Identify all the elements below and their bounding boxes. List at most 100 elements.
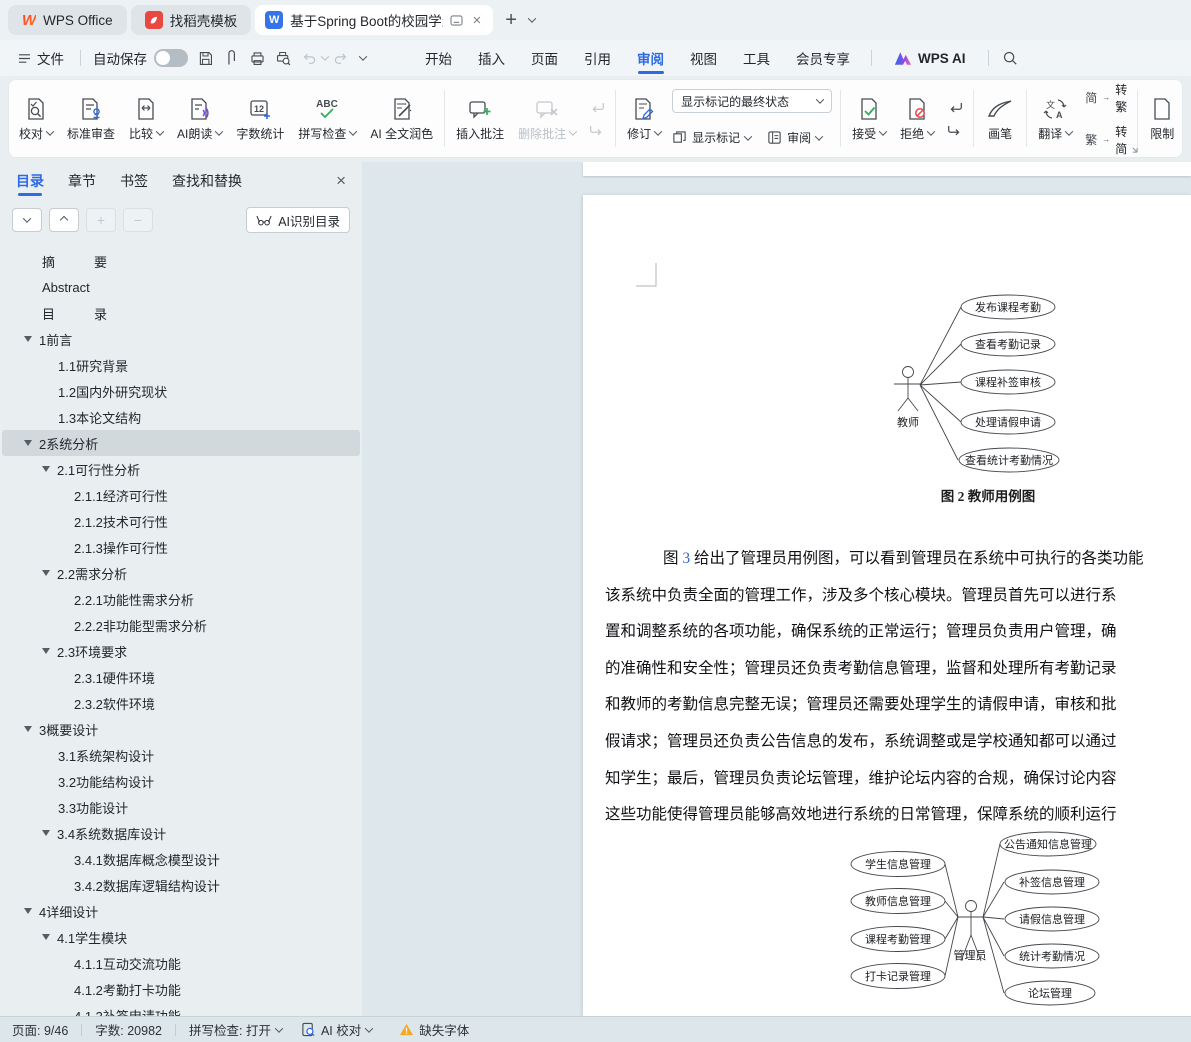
insert-comment-button[interactable]: 插入批注 <box>449 81 511 156</box>
tab-close-icon[interactable]: × <box>470 12 483 29</box>
body-paragraph[interactable]: 图 3 给出了管理员用例图，可以看到管理员在系统中可执行的各类功能 该系统中负责… <box>605 541 1191 834</box>
group-expander-icon[interactable] <box>1131 146 1139 154</box>
expand-triangle-icon[interactable] <box>42 466 50 472</box>
quickbar-customize-chevron-icon[interactable] <box>359 52 367 60</box>
standard-review-button[interactable]: 标准审查 <box>60 81 122 156</box>
toc-item[interactable]: 2.3.1硬件环境 <box>2 664 360 690</box>
tab-contents[interactable]: 目录 <box>16 162 44 200</box>
print-button[interactable] <box>244 46 270 70</box>
toc-item[interactable]: 3.4.1数据库概念模型设计 <box>2 846 360 872</box>
brush-button[interactable]: 画笔 <box>978 81 1022 156</box>
review-pane-button[interactable]: 审阅 <box>767 129 822 146</box>
zoom-out-level-button[interactable]: − <box>123 208 153 232</box>
toc-item[interactable]: 2.1.1经济可行性 <box>2 482 360 508</box>
toc-item[interactable]: 1.2国内外研究现状 <box>2 378 360 404</box>
toc-item[interactable]: 1前言 <box>2 326 360 352</box>
toc-item[interactable]: 2.3环境要求 <box>2 638 360 664</box>
expand-triangle-icon[interactable] <box>24 440 32 446</box>
reject-button[interactable]: 拒绝 <box>893 81 941 156</box>
toc-item[interactable]: 2.1.2技术可行性 <box>2 508 360 534</box>
menu-item-home[interactable]: 开始 <box>412 40 465 76</box>
menu-item-insert[interactable]: 插入 <box>465 40 518 76</box>
tab-template-store[interactable]: 找稻壳模板 <box>131 5 252 35</box>
tab-chapters[interactable]: 章节 <box>68 162 96 200</box>
toc-item[interactable]: 4.1.2考勤打卡功能 <box>2 976 360 1002</box>
tab-document[interactable]: W 基于Spring Boot的校园学生 × <box>255 5 493 35</box>
toc-item[interactable]: 2.1.3操作可行性 <box>2 534 360 560</box>
menu-item-view[interactable]: 视图 <box>677 40 730 76</box>
print-preview-button[interactable] <box>270 46 296 70</box>
export-pdf-button[interactable] <box>218 46 244 70</box>
menu-item-member[interactable]: 会员专享 <box>783 40 863 76</box>
next-comment-icon[interactable] <box>588 123 606 137</box>
restrict-edit-button[interactable]: 限制 <box>1142 81 1182 156</box>
toc-item[interactable]: 4.1学生模块 <box>2 924 360 950</box>
wps-ai-button[interactable]: WPS AI <box>880 51 980 66</box>
delete-comment-button[interactable]: 删除批注 <box>511 81 583 156</box>
tab-list-chevron-icon[interactable] <box>528 14 536 22</box>
previous-revision-icon[interactable] <box>946 100 964 114</box>
spell-check-button[interactable]: ABC 拼写检查 <box>291 81 363 156</box>
markup-state-select[interactable]: 显示标记的最终状态 <box>672 89 832 113</box>
collapse-all-button[interactable] <box>12 208 42 232</box>
toc-item[interactable]: 2.1可行性分析 <box>2 456 360 482</box>
expand-triangle-icon[interactable] <box>42 830 50 836</box>
toc-item[interactable]: 3概要设计 <box>2 716 360 742</box>
zoom-in-level-button[interactable]: + <box>86 208 116 232</box>
word-count-indicator[interactable]: 字数: 20982 <box>95 1020 162 1039</box>
accept-button[interactable]: 接受 <box>845 81 893 156</box>
menu-item-page[interactable]: 页面 <box>518 40 571 76</box>
toc-item[interactable]: 摘 要 <box>2 248 360 274</box>
expand-triangle-icon[interactable] <box>24 726 32 732</box>
redo-button[interactable] <box>328 46 354 70</box>
revise-button[interactable]: 修订 <box>620 81 668 156</box>
toc-item[interactable]: 2.3.2软件环境 <box>2 690 360 716</box>
toc-item[interactable]: 1.1研究背景 <box>2 352 360 378</box>
expand-triangle-icon[interactable] <box>42 570 50 576</box>
expand-triangle-icon[interactable] <box>24 336 32 342</box>
toc-item[interactable]: 2.2需求分析 <box>2 560 360 586</box>
toc-item[interactable]: 3.3功能设计 <box>2 794 360 820</box>
menu-item-review[interactable]: 审阅 <box>624 40 677 76</box>
document-workspace[interactable]: 教师 发布课程考勤 查看考勤记录 课程补签审核 处理请假申请 查看统计考勤情况 … <box>362 162 1191 1016</box>
document-page[interactable]: 教师 发布课程考勤 查看考勤记录 课程补签审核 处理请假申请 查看统计考勤情况 … <box>583 195 1191 1016</box>
expand-triangle-icon[interactable] <box>42 934 50 940</box>
toc-item[interactable]: 目 录 <box>2 300 360 326</box>
save-button[interactable] <box>192 46 218 70</box>
undo-button[interactable] <box>296 46 322 70</box>
translate-button[interactable]: 文A 翻译 <box>1031 81 1079 156</box>
toc-item[interactable]: 2系统分析 <box>2 430 360 456</box>
toc-item[interactable]: 4.1.3补签申请功能 <box>2 1002 360 1016</box>
menu-item-tools[interactable]: 工具 <box>730 40 783 76</box>
to-simplified-button[interactable]: 繁→ 转简 <box>1085 123 1127 157</box>
new-tab-button[interactable]: + <box>497 9 525 32</box>
page-indicator[interactable]: 页面: 9/46 <box>12 1020 68 1039</box>
toc-item[interactable]: 1.3本论文结构 <box>2 404 360 430</box>
toc-item[interactable]: 3.2功能结构设计 <box>2 768 360 794</box>
toc-item[interactable]: 3.1系统架构设计 <box>2 742 360 768</box>
file-menu[interactable]: 文件 <box>10 48 72 68</box>
menu-item-reference[interactable]: 引用 <box>571 40 624 76</box>
tab-find-replace[interactable]: 查找和替换 <box>172 162 242 200</box>
toc-item[interactable]: 3.4.2数据库逻辑结构设计 <box>2 872 360 898</box>
tab-bookmarks[interactable]: 书签 <box>120 162 148 200</box>
tab-preview-icon[interactable] <box>450 15 463 26</box>
ai-recognize-toc-button[interactable]: AI识别目录 <box>246 207 350 233</box>
toc-item[interactable]: Abstract <box>2 274 360 300</box>
expand-all-button[interactable] <box>49 208 79 232</box>
toc-item[interactable]: 3.4系统数据库设计 <box>2 820 360 846</box>
ai-read-button[interactable]: AI朗读 <box>170 81 229 156</box>
autosave-toggle[interactable] <box>154 49 188 67</box>
search-icon[interactable] <box>997 46 1023 70</box>
compare-button[interactable]: 比较 <box>122 81 170 156</box>
expand-triangle-icon[interactable] <box>24 908 32 914</box>
toc-item[interactable]: 4.1.1互动交流功能 <box>2 950 360 976</box>
tab-wps-office[interactable]: W WPS Office <box>8 5 127 35</box>
word-count-button[interactable]: 12 字数统计 <box>229 81 291 156</box>
toc-item[interactable]: 2.2.1功能性需求分析 <box>2 586 360 612</box>
spell-check-status[interactable]: 拼写检查: 打开 <box>189 1020 282 1039</box>
show-markup-button[interactable]: 显示标记 <box>672 129 751 146</box>
toc-item[interactable]: 2.2.2非功能型需求分析 <box>2 612 360 638</box>
next-revision-icon[interactable] <box>946 123 964 137</box>
toc-item[interactable]: 4详细设计 <box>2 898 360 924</box>
